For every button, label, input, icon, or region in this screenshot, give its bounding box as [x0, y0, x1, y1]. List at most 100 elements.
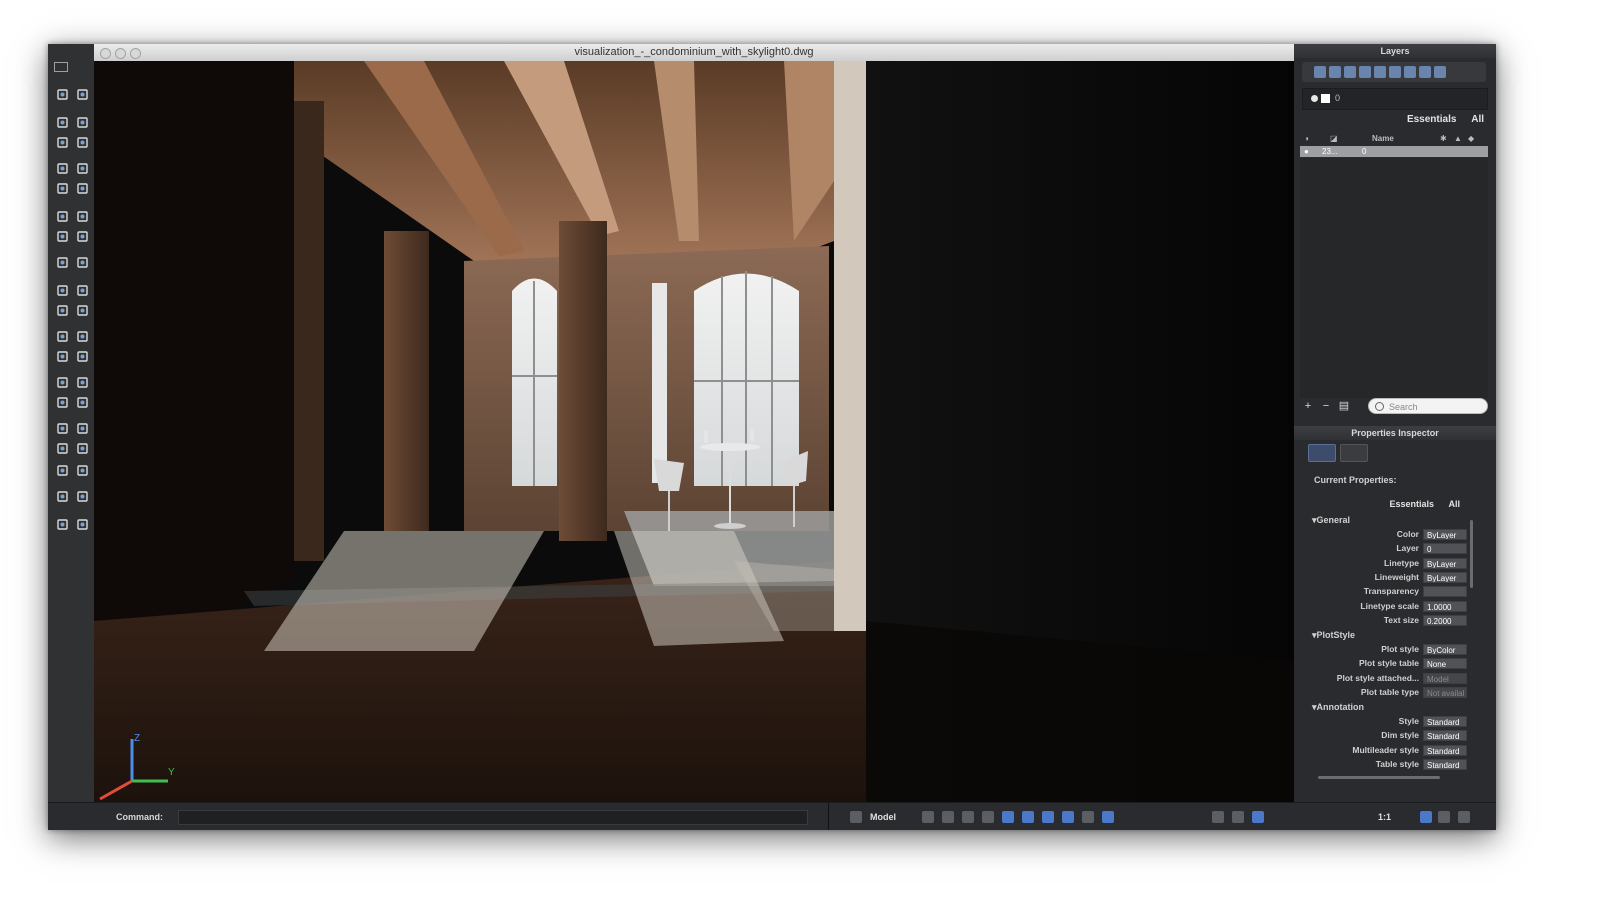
snap-tracking-icon[interactable] — [1022, 811, 1034, 823]
property-value-field[interactable] — [1423, 586, 1467, 598]
chamfer-icon[interactable] — [76, 330, 89, 343]
property-value-field[interactable]: 0 — [1423, 543, 1467, 555]
stretch-icon[interactable] — [76, 284, 89, 297]
properties-3d-icon[interactable] — [1340, 444, 1368, 462]
property-value-field[interactable]: Not availal — [1423, 686, 1467, 698]
tab-all[interactable]: All — [1448, 499, 1460, 509]
wipeout-icon[interactable] — [76, 210, 89, 223]
new-layer-freeze-icon[interactable] — [1329, 66, 1341, 78]
properties-horizontal-scrollbar[interactable] — [1318, 776, 1440, 779]
rectangle-icon[interactable] — [56, 136, 69, 149]
fillet-icon[interactable] — [56, 330, 69, 343]
delete-layer-icon[interactable] — [1344, 66, 1356, 78]
layer-walk-icon[interactable] — [1434, 66, 1446, 78]
explode-icon[interactable] — [56, 350, 69, 363]
property-value-field[interactable]: Standard — [1423, 730, 1467, 742]
mtext-icon[interactable] — [76, 442, 89, 455]
workspace-icon[interactable] — [1458, 811, 1470, 823]
revcloud-icon[interactable] — [56, 210, 69, 223]
selection-cycling-icon[interactable] — [1102, 811, 1114, 823]
render-viewport[interactable]: Z Y — [94, 61, 1294, 802]
property-value-field[interactable]: ByLayer — [1423, 529, 1467, 540]
current-layer-dropdown[interactable]: 0 — [1302, 88, 1488, 110]
break-icon[interactable] — [56, 376, 69, 389]
insert-icon[interactable] — [76, 490, 89, 503]
array-icon[interactable] — [56, 396, 69, 409]
dynamic-input-icon[interactable] — [1062, 811, 1074, 823]
set-current-layer-icon[interactable] — [1359, 66, 1371, 78]
auto-scale-icon[interactable] — [1438, 811, 1450, 823]
section-plotstyle[interactable]: ▾PlotStyle — [1312, 630, 1355, 641]
name-col-header[interactable]: Name — [1372, 134, 1394, 143]
arc-icon[interactable] — [56, 116, 69, 129]
text-icon[interactable] — [56, 442, 69, 455]
palette-toggle-icon[interactable] — [54, 62, 68, 72]
line-icon[interactable] — [76, 88, 89, 101]
model-space-toggle[interactable]: Model — [870, 812, 896, 822]
trim-icon[interactable] — [56, 304, 69, 317]
command-line-input[interactable] — [178, 810, 808, 825]
snap-icon[interactable] — [922, 811, 934, 823]
section-general[interactable]: ▾General — [1312, 515, 1350, 526]
gradient-icon[interactable] — [56, 182, 69, 195]
join-icon[interactable] — [76, 350, 89, 363]
layer-settings-button[interactable]: ▤ — [1338, 400, 1350, 412]
grid-display-icon[interactable] — [942, 811, 954, 823]
properties-list-icon[interactable] — [1308, 444, 1336, 462]
polygon-icon[interactable] — [76, 136, 89, 149]
steering-wheel-icon[interactable] — [1252, 811, 1264, 823]
zoom-icon[interactable] — [1232, 811, 1244, 823]
ucs-tool-icon[interactable] — [76, 518, 89, 531]
align-icon[interactable] — [76, 396, 89, 409]
lineweight-icon[interactable] — [1082, 811, 1094, 823]
copy-icon[interactable] — [56, 256, 69, 269]
property-value-field[interactable]: ByLayer — [1423, 571, 1467, 583]
add-layer-button[interactable]: + — [1302, 400, 1314, 412]
layer-isolate-icon[interactable] — [1374, 66, 1386, 78]
field-icon[interactable] — [76, 464, 89, 477]
extend-icon[interactable] — [76, 304, 89, 317]
tab-all[interactable]: All — [1471, 114, 1484, 125]
property-value-field[interactable]: 1.0000 — [1423, 600, 1467, 612]
annotation-visibility-icon[interactable] — [1420, 811, 1432, 823]
property-value-field[interactable]: Standard — [1423, 758, 1467, 770]
properties-vertical-scrollbar[interactable] — [1470, 520, 1473, 588]
layers-list[interactable] — [1300, 158, 1488, 398]
layout-grid-icon[interactable] — [850, 811, 862, 823]
dynamic-ucs-icon[interactable] — [1042, 811, 1054, 823]
object-snap-icon[interactable] — [1002, 811, 1014, 823]
point-icon[interactable] — [56, 88, 69, 101]
remove-layer-button[interactable]: − — [1320, 400, 1332, 412]
new-layer-icon[interactable] — [1314, 66, 1326, 78]
property-value-field[interactable]: ByColor — [1423, 644, 1467, 655]
ortho-icon[interactable] — [962, 811, 974, 823]
measure-icon[interactable] — [56, 518, 69, 531]
layer-previous-icon[interactable] — [1419, 66, 1431, 78]
layer-search-input[interactable]: Search — [1368, 398, 1488, 414]
circle-icon[interactable] — [76, 116, 89, 129]
section-annotation[interactable]: ▾Annotation — [1312, 702, 1364, 713]
hatch-icon[interactable] — [76, 162, 89, 175]
property-value-field[interactable]: ByLayer — [1423, 557, 1467, 569]
annotation-scale[interactable]: 1:1 — [1378, 812, 1391, 822]
property-value-field[interactable]: None — [1423, 658, 1467, 670]
block-icon[interactable] — [56, 490, 69, 503]
layer-row[interactable]: ● 23... 0 — [1300, 146, 1488, 157]
layer-unisolate-icon[interactable] — [1389, 66, 1401, 78]
offset-icon[interactable] — [76, 376, 89, 389]
layer-match-icon[interactable] — [1404, 66, 1416, 78]
tab-essentials[interactable]: Essentials — [1407, 114, 1456, 125]
scale-icon[interactable] — [56, 284, 69, 297]
property-value-field[interactable]: Standard — [1423, 716, 1467, 727]
pan-icon[interactable] — [1212, 811, 1224, 823]
mirror-icon[interactable] — [76, 256, 89, 269]
move-icon[interactable] — [56, 230, 69, 243]
dimension-icon[interactable] — [56, 422, 69, 435]
property-value-field[interactable]: Standard — [1423, 744, 1467, 756]
polar-tracking-icon[interactable] — [982, 811, 994, 823]
rotate-icon[interactable] — [76, 230, 89, 243]
boundary-icon[interactable] — [76, 182, 89, 195]
property-value-field[interactable]: Model — [1423, 672, 1467, 684]
table-icon[interactable] — [56, 464, 69, 477]
region-icon[interactable] — [56, 162, 69, 175]
